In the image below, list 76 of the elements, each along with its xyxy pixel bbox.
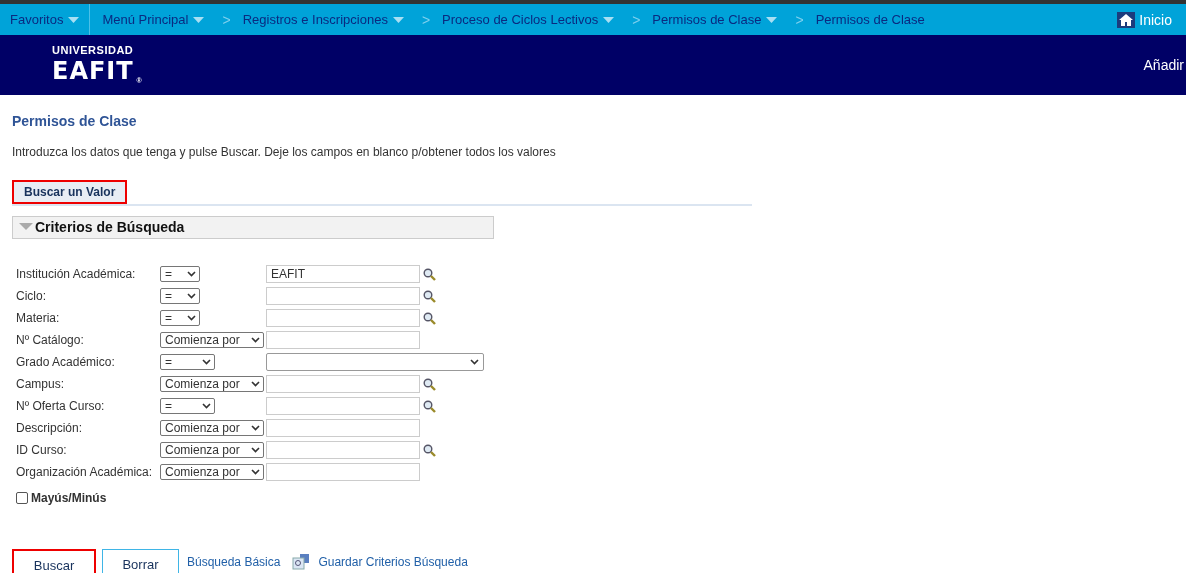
instructions-text: Introduzca los datos que tenga y pulse Buscar. Deje los campos en blanco p/obtener todos los valores (12, 145, 557, 159)
operator-select[interactable]: Comienza por (160, 376, 264, 392)
operator-select[interactable]: = (160, 310, 200, 326)
add-link[interactable]: Añadir (1143, 57, 1186, 73)
field-label: Nº Oferta Curso: (16, 399, 106, 413)
checkbox[interactable] (16, 492, 28, 504)
search-link[interactable]: Búsqueda Básica (187, 554, 281, 569)
operator-select[interactable]: = (160, 398, 215, 414)
breadcrumb-separator: > (632, 11, 641, 28)
search-tab[interactable]: Buscar un Valor (12, 180, 128, 204)
dropdown-triangle-icon[interactable] (193, 16, 205, 23)
search-link[interactable]: Guardar Criterios Búsqueda (318, 554, 468, 569)
breadcrumb-separator: > (421, 11, 431, 28)
input-field[interactable] (266, 375, 420, 393)
house-icon (1117, 11, 1136, 28)
input-field[interactable] (266, 419, 420, 437)
operator-select[interactable]: Comienza por (160, 332, 264, 348)
value-select[interactable] (266, 353, 484, 371)
breadcrumb-link[interactable]: Permisos de Clase (652, 12, 762, 27)
clear-button[interactable]: Borrar (102, 549, 179, 573)
caret-icon (251, 381, 260, 387)
page-title: Permisos de Clase (12, 113, 138, 129)
breadcrumb-link[interactable]: Permisos de Clase (815, 12, 925, 27)
search-icon[interactable] (423, 399, 436, 413)
operator-select[interactable]: = (160, 266, 200, 282)
input-field[interactable] (266, 331, 420, 349)
breadcrumb-link[interactable]: Registros e Inscripciones (242, 12, 388, 27)
breadcrumb-link[interactable]: Proceso de Ciclos Lectivos (442, 12, 599, 27)
home-label: Inicio (1139, 11, 1172, 28)
operator-select[interactable]: = (160, 288, 200, 304)
search-icon[interactable] (423, 311, 436, 325)
dropdown-triangle-icon[interactable] (603, 16, 615, 23)
caret-icon (251, 337, 260, 343)
caret-icon (251, 469, 260, 475)
operator-select[interactable]: Comienza por (160, 442, 264, 458)
input-field[interactable] (266, 309, 420, 327)
breadcrumb-link[interactable]: Menú Principal (102, 12, 189, 27)
field-label: ID Curso: (16, 443, 68, 457)
caret-icon (187, 315, 196, 321)
input-field[interactable] (266, 441, 420, 459)
field-label: Grado Académico: (16, 355, 116, 369)
dropdown-triangle-icon[interactable] (392, 16, 404, 23)
search-icon[interactable] (423, 377, 436, 391)
breadcrumb-link[interactable]: Favoritos (10, 12, 64, 27)
field-label: Campus: (16, 377, 66, 391)
search-icon[interactable] (423, 289, 436, 303)
operator-select[interactable]: Comienza por (160, 420, 264, 436)
operator-select[interactable]: = (160, 354, 215, 370)
input-field[interactable] (266, 463, 420, 481)
input-field[interactable] (266, 397, 420, 415)
operator-select[interactable]: Comienza por (160, 464, 264, 480)
caret-icon (202, 403, 211, 409)
search-icon[interactable] (423, 267, 436, 281)
caret-icon (202, 359, 211, 365)
caret-icon (251, 425, 260, 431)
field-label: Materia: (16, 311, 61, 325)
input-field[interactable] (266, 287, 420, 305)
field-label: Ciclo: (16, 289, 47, 303)
field-label: Nº Catálogo: (16, 333, 85, 347)
field-label: Institución Académica: (16, 267, 137, 281)
caret-icon (470, 359, 479, 365)
search-button[interactable]: Buscar (12, 549, 96, 573)
field-label: Descripción: (16, 421, 84, 435)
checkbox-label: Mayús/Minús (31, 491, 107, 505)
field-label: Organización Académica: (16, 465, 154, 479)
input-field[interactable]: EAFIT (266, 265, 420, 283)
breadcrumb-separator: > (795, 11, 804, 28)
caret-icon (187, 293, 196, 299)
section-title: Criterios de Búsqueda (35, 219, 185, 235)
dropdown-triangle-icon[interactable] (68, 16, 80, 23)
section-header[interactable]: Criterios de Búsqueda (12, 216, 494, 239)
dropdown-triangle-icon[interactable] (766, 16, 778, 23)
caret-icon (187, 271, 196, 277)
breadcrumb-separator: > (222, 11, 231, 28)
caret-icon (251, 447, 260, 453)
search-icon[interactable] (423, 443, 436, 457)
